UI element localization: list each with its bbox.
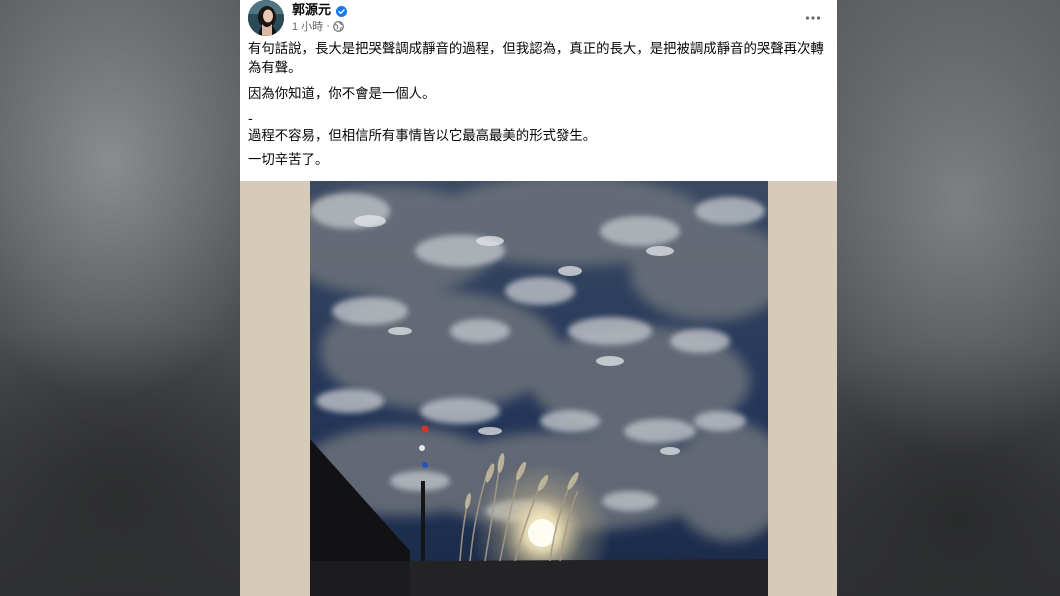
post-paragraph: 一切辛苦了。 — [248, 153, 329, 168]
globe-icon[interactable] — [333, 20, 344, 32]
post-photo[interactable] — [310, 181, 768, 596]
post-paragraph: 過程不容易，但相信所有事情皆以它最高最美的形式發生。 — [248, 129, 597, 144]
more-options-icon[interactable] — [805, 7, 821, 20]
post-timestamp[interactable]: 1 小時 — [292, 18, 323, 34]
facebook-post: 郭源元 1 小時 · 有句話說，長大是把哭聲調成靜音的過程，但我認為，真正的長大… — [240, 0, 837, 596]
post-meta: 1 小時 · — [292, 18, 344, 34]
post-header-and-text: 郭源元 1 小時 · 有句話說，長大是把哭聲調成靜音的過程，但我認為，真正的長大… — [240, 0, 837, 181]
verified-badge-icon — [336, 2, 347, 17]
avatar-image — [248, 0, 284, 36]
author-name[interactable]: 郭源元 — [292, 0, 331, 18]
meta-separator: · — [326, 20, 330, 32]
post-paragraph: 因為你知道，你不會是一個人。 — [248, 87, 436, 102]
avatar[interactable] — [248, 0, 284, 36]
sky-photo — [310, 181, 768, 596]
post-paragraph: 有句話說，長大是把哭聲調成靜音的過程，但我認為，真正的長大，是把被調成靜音的哭聲… — [248, 42, 824, 76]
